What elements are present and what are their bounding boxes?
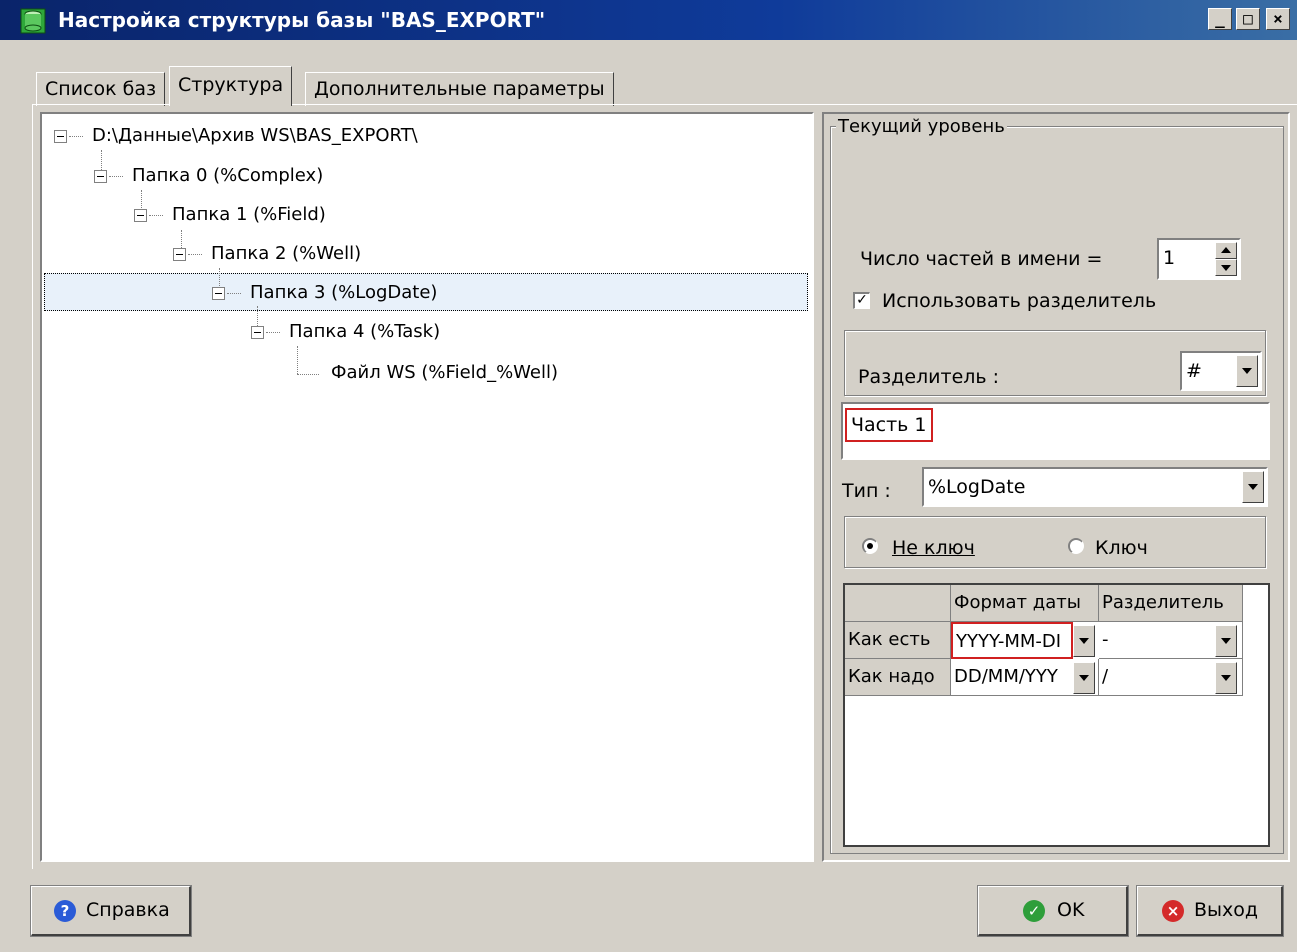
tree-node-label: Файл WS (%Field_%Well) xyxy=(331,362,559,383)
chevron-down-icon[interactable] xyxy=(1215,625,1237,657)
structure-tree[interactable] xyxy=(40,112,814,862)
use-separator-checkbox[interactable]: ✓ xyxy=(853,292,870,309)
exit-button[interactable]: × Выход xyxy=(1137,886,1283,936)
collapse-icon[interactable] xyxy=(251,326,264,339)
date-format-grid[interactable]: Формат даты Разделитель Как есть YYYY-MM… xyxy=(843,583,1270,847)
tree-node-label: Папка 4 (%Task) xyxy=(289,321,441,342)
spin-up-icon[interactable] xyxy=(1215,242,1237,259)
chevron-down-icon[interactable] xyxy=(1073,662,1095,694)
tab-database-list[interactable]: Список баз xyxy=(36,72,166,106)
close-icon: × xyxy=(1162,900,1184,922)
grid-cell-format-as-is[interactable]: YYYY-MM-DI xyxy=(951,622,1073,659)
chevron-down-icon[interactable] xyxy=(1236,355,1258,387)
spin-down-icon[interactable] xyxy=(1215,259,1237,276)
grid-corner xyxy=(845,585,951,622)
radio-not-key-label[interactable]: Не ключ xyxy=(892,537,975,559)
dialog-window: Настройка структуры базы "BAS_EXPORT" _ … xyxy=(0,0,1297,952)
tree-node-label: D:\Данные\Архив WS\BAS_EXPORT\ xyxy=(92,125,418,146)
tab-extra-parameters[interactable]: Дополнительные параметры xyxy=(305,72,614,106)
type-label: Тип : xyxy=(842,480,891,502)
separator-label: Разделитель : xyxy=(858,366,1000,388)
radio-not-key[interactable] xyxy=(862,538,878,554)
title-bar[interactable]: Настройка структуры базы "BAS_EXPORT" _ … xyxy=(0,0,1297,40)
collapse-icon[interactable] xyxy=(54,130,67,143)
chevron-down-icon[interactable] xyxy=(1242,471,1264,503)
database-icon xyxy=(20,8,46,34)
type-value: %LogDate xyxy=(928,476,1026,498)
ok-button[interactable]: ✓ OK xyxy=(978,886,1128,936)
collapse-icon[interactable] xyxy=(94,170,107,183)
use-separator-label: Использовать разделитель xyxy=(882,290,1157,312)
radio-key-label[interactable]: Ключ xyxy=(1095,537,1148,559)
chevron-down-icon[interactable] xyxy=(1073,625,1095,657)
parts-count-value: 1 xyxy=(1163,247,1176,269)
grid-row-as-is: Как есть xyxy=(845,622,951,659)
separator-select[interactable]: # xyxy=(1180,351,1262,391)
maximize-button[interactable]: □ xyxy=(1236,8,1260,30)
grid-header-format: Формат даты xyxy=(951,585,1099,622)
close-window-button[interactable]: × xyxy=(1266,8,1290,30)
parts-count-label: Число частей в имени = xyxy=(860,248,1103,270)
tree-node-label: Папка 2 (%Well) xyxy=(211,243,362,264)
question-icon: ? xyxy=(54,900,76,922)
parts-list[interactable]: Часть 1 xyxy=(841,402,1270,460)
check-icon: ✓ xyxy=(1023,900,1045,922)
part-item[interactable]: Часть 1 xyxy=(845,408,933,442)
collapse-icon[interactable] xyxy=(212,287,225,300)
collapse-icon[interactable] xyxy=(134,209,147,222)
tree-connector xyxy=(297,346,298,374)
minimize-button[interactable]: _ xyxy=(1208,8,1232,30)
grid-row-to-be: Как надо xyxy=(845,659,951,696)
tab-structure[interactable]: Структура xyxy=(169,66,293,106)
type-select[interactable]: %LogDate xyxy=(922,467,1268,507)
group-title: Текущий уровень xyxy=(836,116,1007,137)
tree-node-label: Папка 0 (%Complex) xyxy=(132,165,324,186)
tree-connector xyxy=(297,374,319,375)
radio-key[interactable] xyxy=(1068,538,1084,554)
grid-header-separator: Разделитель xyxy=(1099,585,1243,622)
window-title: Настройка структуры базы "BAS_EXPORT" xyxy=(58,8,546,32)
help-button[interactable]: ? Справка xyxy=(31,886,191,936)
tree-node-label: Папка 3 (%LogDate) xyxy=(250,282,438,303)
chevron-down-icon[interactable] xyxy=(1215,662,1237,694)
parts-count-spinner[interactable]: 1 xyxy=(1157,238,1241,280)
collapse-icon[interactable] xyxy=(173,248,186,261)
tree-node-label: Папка 1 (%Field) xyxy=(172,204,326,225)
separator-value: # xyxy=(1186,360,1202,382)
